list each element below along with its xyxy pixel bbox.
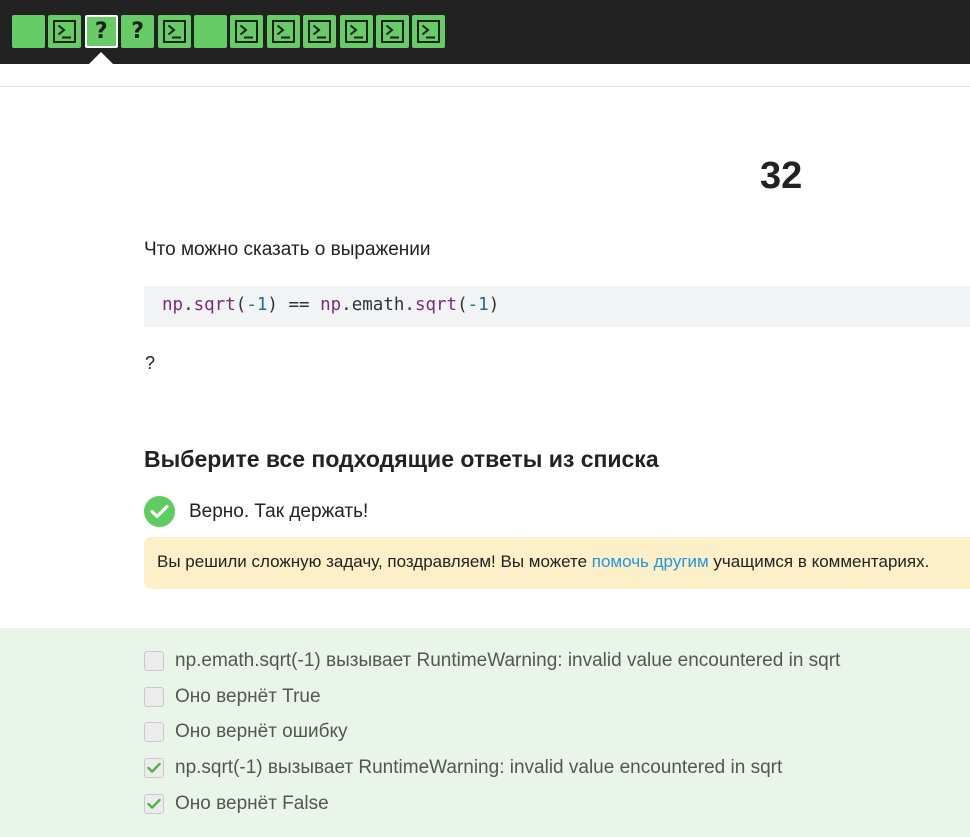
checkmark-icon — [147, 798, 161, 809]
terminal-icon — [417, 20, 441, 43]
feedback-text: Верно. Так держать! — [189, 500, 369, 522]
question-trailing: ? — [145, 353, 156, 373]
code-token: . — [183, 295, 194, 315]
answer-option-label: Оно вернёт False — [175, 793, 329, 814]
lesson-top-bar: ?? — [0, 0, 970, 64]
terminal-icon — [53, 20, 77, 43]
active-step-pointer — [89, 52, 113, 64]
answer-option[interactable]: Оно вернёт ошибку — [144, 721, 348, 743]
answer-checkbox-checked[interactable] — [144, 794, 164, 814]
question-icon: ? — [94, 18, 108, 44]
help-others-link[interactable]: помочь другим — [592, 552, 709, 571]
answer-option[interactable]: Оно вернёт False — [144, 793, 329, 815]
code-token: ) == — [267, 295, 321, 315]
hint-text: Вы решили сложную задачу, поздравляем! В… — [157, 552, 592, 571]
answer-checkbox[interactable] — [144, 722, 164, 742]
step-8[interactable] — [266, 15, 300, 48]
terminal-icon — [162, 20, 186, 43]
terminal-icon — [380, 20, 404, 43]
step-11[interactable] — [375, 15, 409, 48]
step-7[interactable] — [230, 15, 264, 48]
hint-text-end: учащимся в комментариях. — [708, 552, 930, 571]
check-circle-icon — [144, 496, 175, 527]
answer-option[interactable]: np.emath.sqrt(-1) вызывает RuntimeWarnin… — [144, 650, 840, 672]
step-12[interactable] — [412, 15, 446, 48]
code-token: sqrt — [193, 295, 236, 315]
terminal-icon — [271, 20, 295, 43]
code-token: np — [320, 295, 342, 315]
step-2[interactable] — [48, 15, 82, 48]
code-token: ( — [457, 295, 468, 315]
checkmark-icon — [147, 762, 161, 773]
code-snippet: np.sqrt(-1) == np.emath.sqrt(-1) — [144, 286, 970, 327]
terminal-icon — [235, 20, 259, 43]
terminal-icon — [308, 20, 332, 43]
terminal-icon — [344, 20, 368, 43]
code-token: ( — [235, 295, 247, 315]
hint-banner: Вы решили сложную задачу, поздравляем! В… — [144, 537, 970, 589]
code-token: -1 — [467, 295, 489, 315]
code-token: ) — [488, 295, 500, 315]
step-1[interactable] — [12, 15, 45, 48]
step-number: 32 — [760, 155, 803, 197]
answer-options: np.emath.sqrt(-1) вызывает RuntimeWarnin… — [0, 628, 970, 837]
code-token: -1 — [246, 295, 268, 315]
code-token: sqrt — [414, 295, 458, 315]
answer-option[interactable]: np.sqrt(-1) вызывает RuntimeWarning: inv… — [144, 757, 782, 779]
question-icon: ? — [131, 18, 145, 44]
code-token: np — [162, 295, 184, 315]
header-divider — [0, 86, 970, 87]
step-10[interactable] — [339, 15, 373, 48]
feedback-correct: Верно. Так держать! — [144, 496, 368, 527]
answer-option-label: np.emath.sqrt(-1) вызывает RuntimeWarnin… — [175, 650, 841, 671]
code-token: .emath. — [341, 295, 415, 315]
question-text: Что можно сказать о выражении — [144, 239, 431, 260]
step-navigation: ?? — [12, 15, 449, 48]
answer-checkbox-checked[interactable] — [144, 758, 164, 778]
step-4[interactable]: ? — [121, 15, 155, 48]
answer-option-label: Оно вернёт ошибку — [175, 721, 348, 742]
answer-checkbox[interactable] — [144, 687, 164, 707]
answer-option-label: Оно вернёт True — [175, 686, 321, 707]
answer-checkbox[interactable] — [144, 651, 164, 671]
answer-option[interactable]: Оно вернёт True — [144, 686, 321, 708]
step-5[interactable] — [157, 15, 191, 48]
step-9[interactable] — [303, 15, 337, 48]
step-3[interactable]: ? — [84, 15, 118, 48]
step-6[interactable] — [193, 15, 227, 48]
answer-option-label: np.sqrt(-1) вызывает RuntimeWarning: inv… — [175, 757, 783, 778]
task-heading: Выберите все подходящие ответы из списка — [144, 446, 659, 472]
